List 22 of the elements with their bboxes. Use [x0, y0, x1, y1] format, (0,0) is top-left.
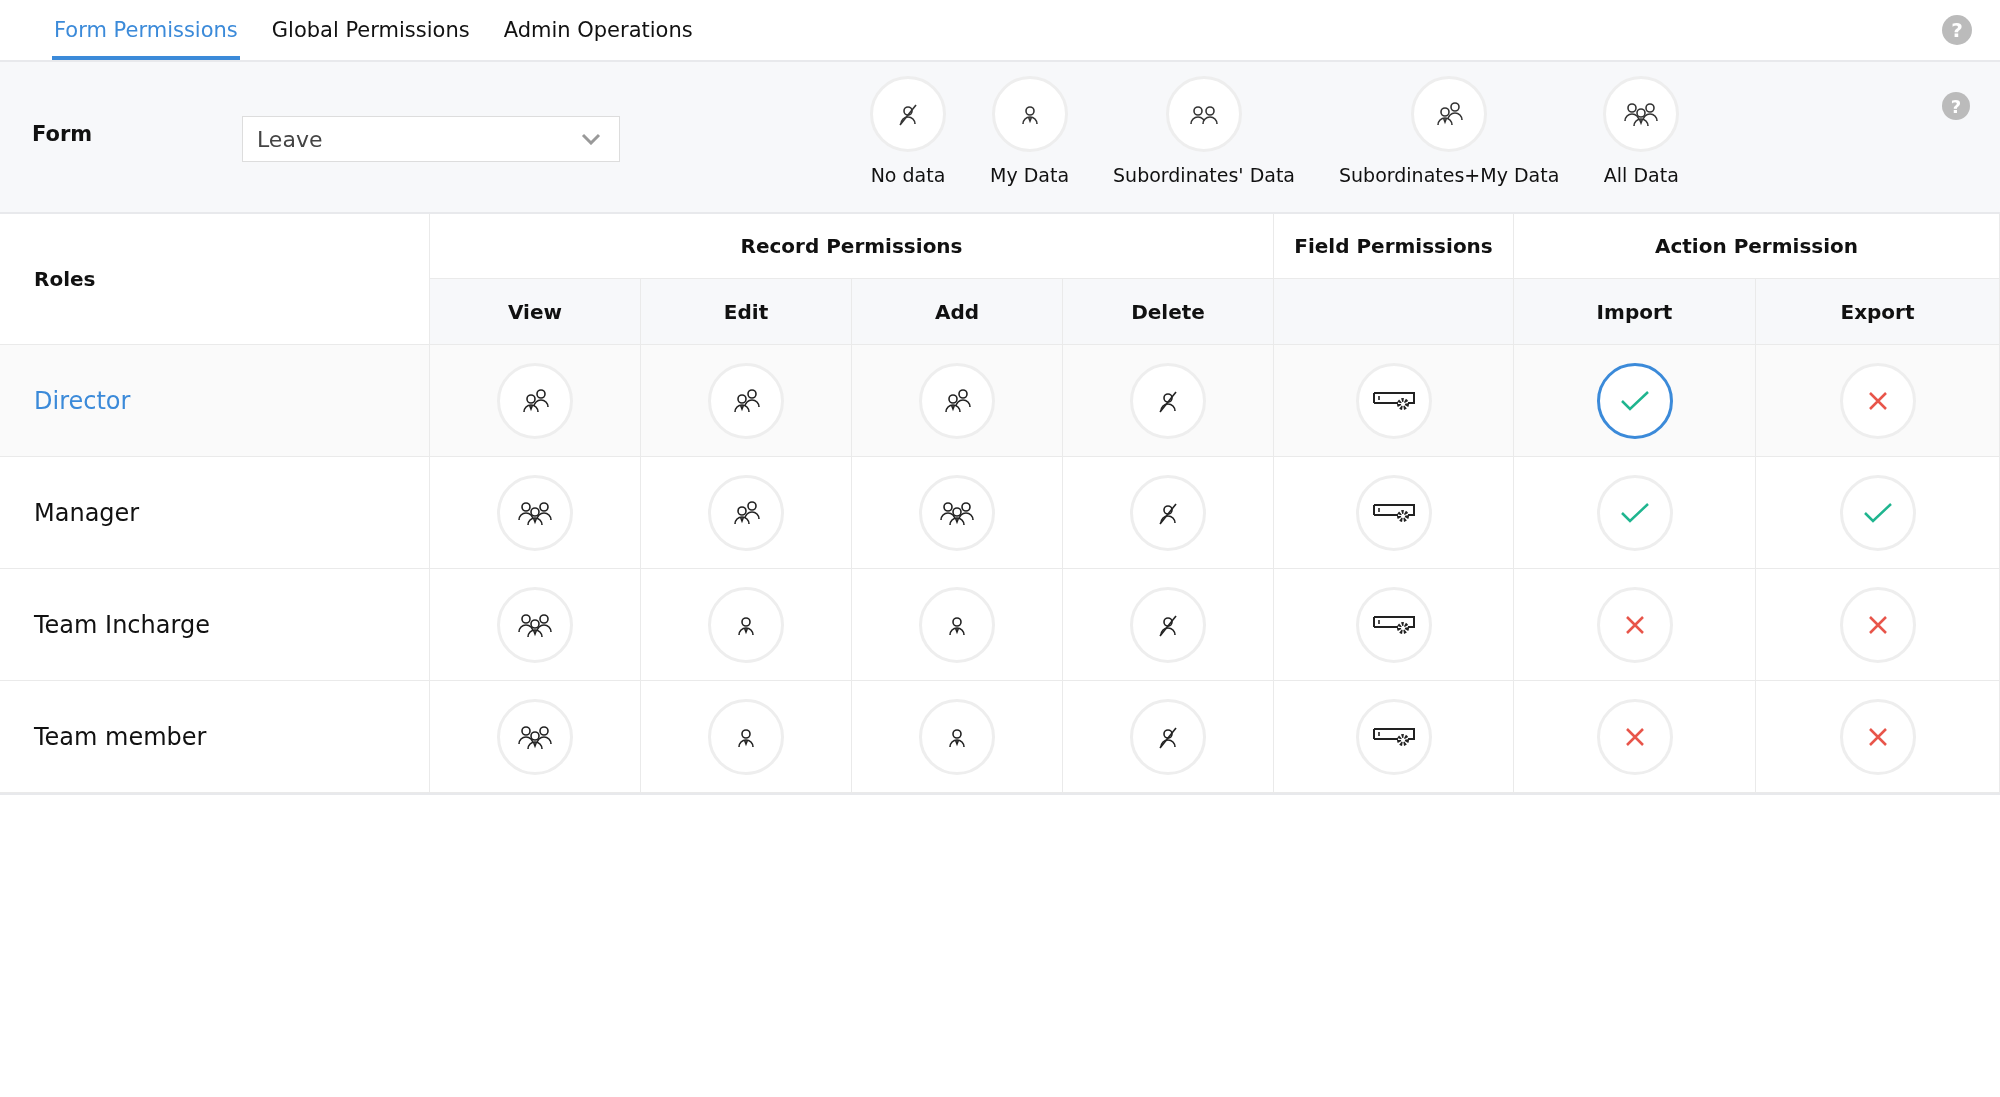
form-dropdown[interactable]: Leave	[242, 116, 620, 162]
legend-label: Subordinates+My Data	[1339, 164, 1560, 186]
column-header: Export	[1756, 279, 2000, 345]
role-name[interactable]: Team Incharge	[34, 610, 210, 639]
column-header: Roles	[0, 214, 430, 345]
role-name[interactable]: Team member	[34, 722, 207, 751]
legend-label: No data	[870, 164, 946, 186]
legend-label: My Data	[990, 164, 1070, 186]
legend-label: All Data	[1603, 164, 1679, 186]
column-header: Delete	[1063, 279, 1274, 345]
column-group-header: Record Permissions	[430, 214, 1274, 279]
column-header: Field Permissions	[1274, 214, 1514, 279]
role-name[interactable]: Manager	[34, 498, 140, 527]
column-header: View	[430, 279, 641, 345]
column-header: Import	[1514, 279, 1756, 345]
tab[interactable]: Admin Operations	[501, 0, 695, 60]
column-group-header: Action Permission	[1514, 214, 2000, 279]
form-label: Form	[32, 122, 94, 146]
legend-label: Subordinates' Data	[1113, 164, 1295, 186]
tab[interactable]: Global Permissions	[269, 0, 472, 60]
column-header: Add	[852, 279, 1063, 345]
column-header: Edit	[641, 279, 852, 345]
